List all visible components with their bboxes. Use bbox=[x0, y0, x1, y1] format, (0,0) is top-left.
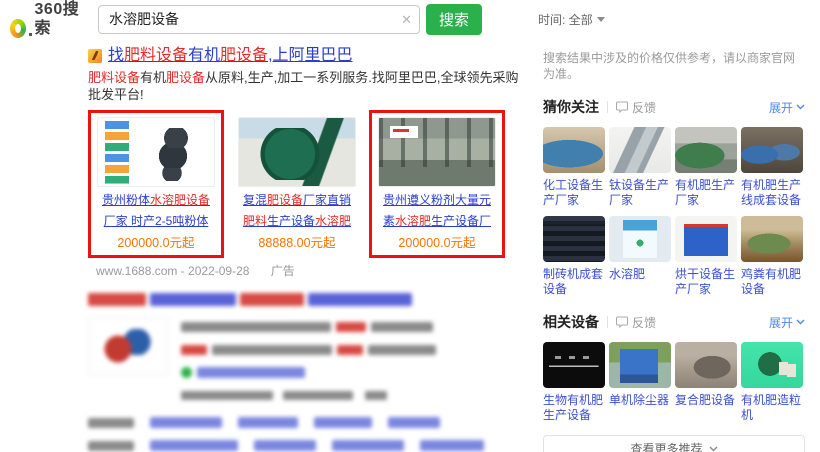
product-card[interactable]: 贵州粉体水溶肥设备 厂家 时产2-5吨粉体 200000.0元起 bbox=[97, 117, 215, 251]
feedback-button[interactable]: 反馈 bbox=[616, 314, 656, 331]
related-item[interactable]: 有机肥造粒机 bbox=[741, 342, 803, 423]
product-card-title[interactable]: 贵州粉体水溶肥设备 bbox=[97, 193, 215, 208]
alibaba-favicon-icon bbox=[88, 49, 102, 63]
related-item[interactable]: 有机肥生产线成套设备 bbox=[741, 127, 803, 208]
top-search-bar: 360搜索 ✕ 搜索 时间: 全部 bbox=[0, 0, 820, 38]
speech-bubble-icon bbox=[616, 101, 628, 113]
related-item[interactable]: 钛设备生产厂家 bbox=[609, 127, 671, 208]
time-filter-dropdown[interactable]: 时间: 全部 bbox=[538, 11, 605, 28]
product-thumbnail bbox=[609, 342, 671, 388]
product-card-title-line2[interactable]: 肥料生产设备水溶肥 bbox=[238, 214, 356, 229]
redacted-sitelinks bbox=[88, 414, 523, 452]
product-thumbnail bbox=[741, 127, 803, 173]
product-thumbnail bbox=[543, 127, 605, 173]
ad-label: 广告 bbox=[271, 264, 295, 278]
product-card[interactable]: 复混肥设备厂家直销 肥料生产设备水溶肥 88888.00元起 bbox=[238, 117, 356, 251]
annotation-box-card-3: 贵州遵义粉剂大量元 素水溶肥生产设备厂 200000.0元起 bbox=[369, 110, 505, 258]
sidebar: 搜索结果中涉及的价格仅供参考，请以商家官网为准。 猜你关注 反馈 展开 化工设备… bbox=[543, 38, 805, 452]
product-card-title[interactable]: 复混肥设备厂家直销 bbox=[238, 193, 356, 208]
product-thumbnail bbox=[675, 216, 737, 262]
related-item[interactable]: 鸡粪有机肥设备 bbox=[741, 216, 803, 297]
related-item[interactable]: 有机肥生产厂家 bbox=[675, 127, 737, 208]
related-item[interactable]: 单机除尘器 bbox=[609, 342, 671, 423]
product-thumbnail bbox=[609, 127, 671, 173]
redacted-result bbox=[88, 291, 523, 452]
search-button[interactable]: 搜索 bbox=[426, 4, 482, 35]
speech-bubble-icon bbox=[616, 316, 628, 328]
results-column: 找肥料设备有机肥设备,上阿里巴巴 肥料设备有机肥设备从原料,生产,加工一系列服务… bbox=[88, 38, 523, 452]
product-card[interactable]: 贵州遵义粉剂大量元 素水溶肥生产设备厂 200000.0元起 bbox=[378, 117, 496, 251]
product-thumbnail bbox=[543, 216, 605, 262]
product-card-title[interactable]: 贵州遵义粉剂大量元 bbox=[378, 193, 496, 208]
search-input[interactable] bbox=[98, 5, 420, 34]
chevron-down-icon bbox=[796, 104, 805, 110]
product-cards-row: 贵州粉体水溶肥设备 厂家 时产2-5吨粉体 200000.0元起 复混肥设备厂家… bbox=[88, 110, 523, 258]
logo-wordmark: 360搜索 bbox=[35, 0, 86, 38]
price-disclaimer: 搜索结果中涉及的价格仅供参考，请以商家官网为准。 bbox=[543, 50, 805, 82]
see-more-recommendations-button[interactable]: 查看更多推荐 bbox=[543, 435, 805, 452]
caret-down-icon bbox=[597, 17, 605, 22]
related-item[interactable]: 复合肥设备 bbox=[675, 342, 737, 423]
divider bbox=[607, 101, 608, 113]
360-logo-ring-icon bbox=[10, 19, 26, 38]
result-description: 肥料设备有机肥设备从原料,生产,加工一系列服务.找阿里巴巴,全球领先采购批发平台… bbox=[88, 69, 523, 103]
feedback-button[interactable]: 反馈 bbox=[616, 99, 656, 116]
section-guess-you-like-header: 猜你关注 反馈 展开 bbox=[543, 97, 805, 117]
clear-icon[interactable]: ✕ bbox=[401, 12, 412, 27]
section-related-equipment-header: 相关设备 反馈 展开 bbox=[543, 312, 805, 332]
related-item[interactable]: 化工设备生产厂家 bbox=[543, 127, 605, 208]
product-thumbnail bbox=[675, 127, 737, 173]
search-box: ✕ bbox=[98, 5, 420, 34]
result-ad-1: 找肥料设备有机肥设备,上阿里巴巴 肥料设备有机肥设备从原料,生产,加工一系列服务… bbox=[88, 46, 523, 279]
product-thumbnail bbox=[378, 117, 496, 187]
product-thumbnail bbox=[675, 342, 737, 388]
product-thumbnail bbox=[741, 216, 803, 262]
related-item[interactable]: 烘干设备生产厂家 bbox=[675, 216, 737, 297]
product-thumbnail bbox=[543, 342, 605, 388]
product-price: 200000.0元起 bbox=[97, 232, 215, 251]
verified-icon bbox=[181, 367, 192, 378]
time-filter-label: 时间: 全部 bbox=[538, 11, 593, 28]
expand-button[interactable]: 展开 bbox=[769, 314, 805, 331]
section-title: 相关设备 bbox=[543, 312, 599, 332]
product-thumbnail bbox=[97, 117, 215, 187]
result-title-link[interactable]: 找肥料设备有机肥设备,上阿里巴巴 bbox=[108, 46, 353, 66]
chevron-down-icon bbox=[709, 446, 718, 452]
related-item[interactable]: 生物有机肥生产设备 bbox=[543, 342, 605, 423]
section-title: 猜你关注 bbox=[543, 97, 599, 117]
expand-button[interactable]: 展开 bbox=[769, 99, 805, 116]
product-thumbnail bbox=[741, 342, 803, 388]
360-search-logo[interactable]: 360搜索 bbox=[10, 0, 86, 38]
related-equipment-grid: 生物有机肥生产设备 单机除尘器 复合肥设备 有机肥造粒机 bbox=[543, 342, 805, 423]
product-price: 88888.00元起 bbox=[238, 232, 356, 251]
product-card-title-line2[interactable]: 素水溶肥生产设备厂 bbox=[378, 214, 496, 229]
redacted-thumbnail bbox=[88, 317, 168, 375]
redacted-result-title[interactable] bbox=[88, 291, 523, 309]
result-meta: www.1688.com - 2022-09-28 广告 bbox=[88, 262, 523, 279]
logo-dot bbox=[29, 33, 32, 36]
result-source-url: www.1688.com - 2022-09-28 bbox=[96, 264, 249, 278]
annotation-box-card-1: 贵州粉体水溶肥设备 厂家 时产2-5吨粉体 200000.0元起 bbox=[88, 110, 224, 258]
product-thumbnail bbox=[609, 216, 671, 262]
product-card-title-line2[interactable]: 厂家 时产2-5吨粉体 bbox=[97, 214, 215, 229]
product-price: 200000.0元起 bbox=[378, 232, 496, 251]
divider bbox=[607, 316, 608, 328]
redacted-description bbox=[181, 317, 523, 405]
related-item[interactable]: 制砖机成套设备 bbox=[543, 216, 605, 297]
product-thumbnail bbox=[238, 117, 356, 187]
guess-you-like-grid: 化工设备生产厂家 钛设备生产厂家 有机肥生产厂家 有机肥生产线成套设备 制砖机成… bbox=[543, 127, 805, 297]
chevron-down-icon bbox=[796, 319, 805, 325]
related-item[interactable]: 水溶肥 bbox=[609, 216, 671, 297]
